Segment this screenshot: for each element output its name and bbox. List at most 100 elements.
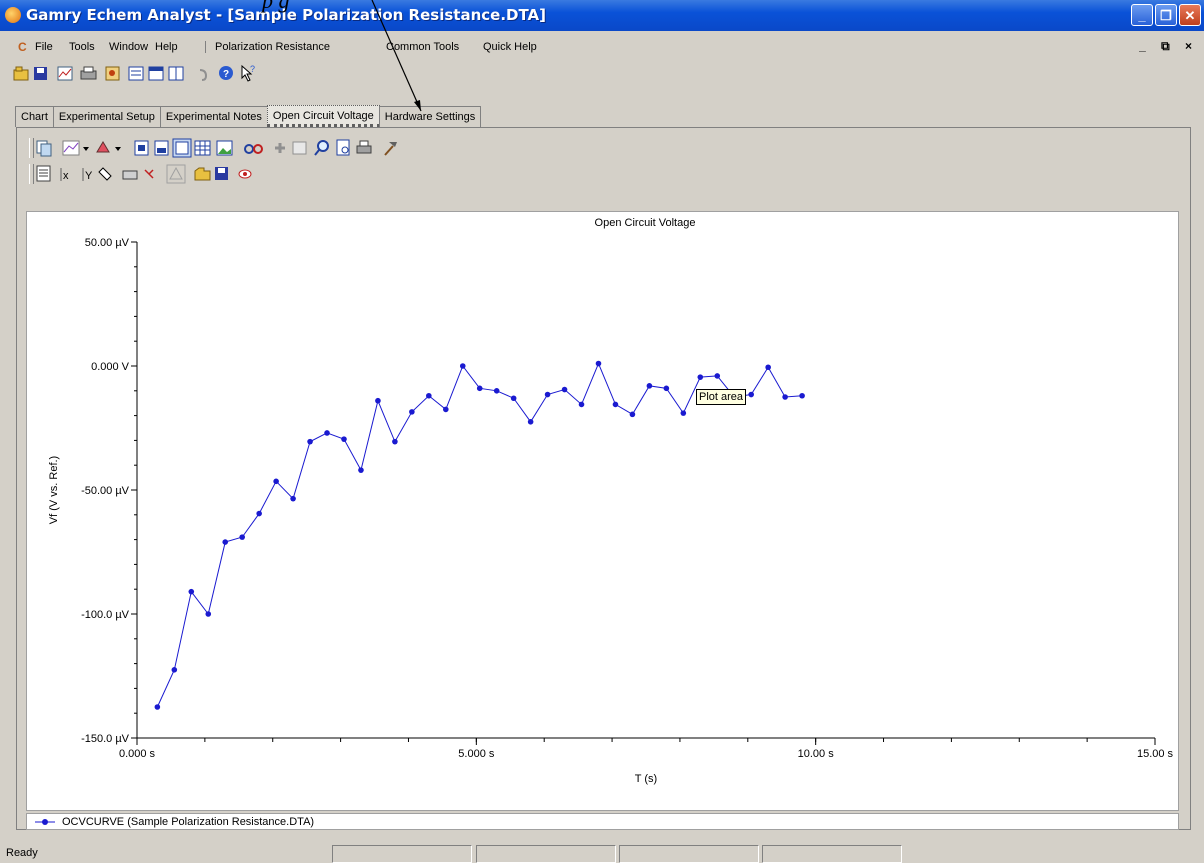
menu-quick-help[interactable]: Quick Help	[483, 41, 537, 53]
data-point	[612, 401, 619, 408]
chart-area[interactable]: Open Circuit Voltage Vf (V vs. Ref.) T (…	[26, 211, 1179, 811]
help-icon[interactable]: ?	[219, 66, 233, 80]
tab-experimental-setup[interactable]: Experimental Setup	[52, 106, 161, 127]
mdi-controls[interactable]: _ ⧉ ×	[1139, 39, 1198, 54]
data-point	[375, 397, 381, 404]
plot-area-tooltip: Plot area	[696, 389, 747, 405]
status-text: Ready	[6, 847, 38, 859]
plot-area[interactable]	[137, 242, 1155, 738]
data-point	[205, 611, 212, 617]
tab-strip: Chart Experimental Setup Experimental No…	[15, 105, 482, 128]
keyboard-icon[interactable]	[122, 170, 138, 180]
data-point	[409, 409, 415, 415]
zoom-glasses-icon[interactable]	[244, 144, 263, 154]
minimize-button[interactable]: _	[1131, 4, 1153, 26]
main-toolbar: ? ?	[8, 62, 368, 86]
chart-type-icon[interactable]	[62, 140, 89, 156]
data-point	[493, 388, 500, 394]
data-point	[256, 510, 262, 517]
chart-toolbar-icons	[36, 138, 397, 158]
pan-icon[interactable]	[275, 143, 285, 153]
color-icon[interactable]	[96, 141, 121, 153]
x-tick-label: 5.000 s	[458, 748, 495, 760]
data-point	[358, 467, 364, 473]
table-icon[interactable]	[172, 138, 192, 158]
data-toolbar-icons: x Y	[36, 164, 252, 184]
grid-icon[interactable]	[194, 140, 211, 156]
data-point	[765, 364, 771, 371]
y-tick-label: 50.00 µV	[85, 237, 130, 249]
toolbar-grip[interactable]	[29, 138, 34, 158]
tab-hardware-settings[interactable]: Hardware Settings	[378, 106, 482, 127]
list-icon[interactable]	[128, 66, 144, 81]
columns-icon[interactable]	[168, 66, 184, 81]
menu-polarization-resistance[interactable]: Polarization Resistance	[205, 41, 330, 53]
whats-this-icon[interactable]: ?	[241, 64, 255, 82]
x-tick-label: 0.000 s	[119, 748, 156, 760]
x-axis-icon[interactable]: x	[60, 168, 69, 182]
tab-experimental-notes[interactable]: Experimental Notes	[159, 106, 268, 127]
data-point	[188, 588, 195, 595]
tab-area: Chart Experimental Setup Experimental No…	[8, 96, 1197, 836]
data-table-icon[interactable]	[36, 165, 51, 182]
open-folder-icon[interactable]	[194, 167, 211, 181]
legend-series-label: OCVCURVE (Sample Polarization Resistance…	[62, 816, 315, 828]
data-point	[595, 360, 602, 367]
copy-icon[interactable]	[36, 140, 52, 157]
print-icon[interactable]	[80, 66, 97, 80]
data-point	[748, 391, 754, 398]
find-icon[interactable]	[314, 140, 329, 156]
data-point	[510, 395, 517, 402]
list2-icon[interactable]	[148, 66, 164, 81]
menu-bar: C File Tools Window Help Polarization Re…	[0, 36, 1204, 58]
menu-window[interactable]: Window	[109, 41, 148, 53]
app-icon[interactable]	[5, 7, 21, 23]
data-point	[324, 430, 330, 436]
x-axis-label: T (s)	[635, 773, 657, 785]
menu-tools[interactable]: Tools	[69, 41, 95, 53]
data-point	[561, 386, 568, 393]
print-preview-icon[interactable]	[356, 140, 372, 154]
open-icon[interactable]	[13, 66, 29, 81]
export-icon[interactable]	[105, 66, 120, 81]
status-bar: Ready	[0, 842, 1204, 863]
page2-icon[interactable]	[154, 140, 169, 156]
eye-icon[interactable]	[238, 169, 252, 179]
save-disk-icon[interactable]	[215, 167, 228, 180]
undo-icon[interactable]	[199, 69, 208, 81]
zoom-box-icon[interactable]	[292, 141, 307, 155]
data-point	[341, 436, 347, 442]
ocv-chart[interactable]: Open Circuit Voltage Vf (V vs. Ref.) T (…	[27, 212, 1178, 810]
tag-icon[interactable]	[98, 167, 112, 181]
y-tick-label: -150.0 µV	[81, 733, 130, 745]
menu-file[interactable]: File	[35, 41, 53, 53]
save-icon[interactable]	[34, 67, 47, 80]
cursor-icon[interactable]	[144, 169, 154, 179]
status-pane-4	[762, 845, 902, 863]
data-point	[629, 411, 636, 418]
data-point	[714, 373, 721, 379]
page-setup-icon[interactable]	[336, 139, 350, 156]
restore-button[interactable]: ❐	[1155, 4, 1177, 26]
document-icon[interactable]: C	[18, 40, 27, 54]
chart-icon[interactable]	[57, 66, 73, 81]
data-point	[697, 374, 704, 380]
tab-chart[interactable]: Chart	[15, 106, 54, 127]
status-pane-1	[332, 845, 472, 863]
data-point	[544, 391, 551, 398]
chart-legend[interactable]: OCVCURVE (Sample Polarization Resistance…	[26, 813, 1179, 830]
tab-open-circuit-voltage[interactable]: Open Circuit Voltage	[266, 105, 380, 127]
data-point	[239, 534, 245, 540]
chart-title: Open Circuit Voltage	[595, 217, 696, 229]
image-icon[interactable]	[216, 140, 233, 156]
menu-help[interactable]: Help	[155, 41, 178, 53]
y-axis-icon[interactable]: Y	[82, 168, 93, 182]
close-button[interactable]: ✕	[1179, 4, 1201, 26]
page-icon[interactable]	[134, 140, 149, 156]
data-point	[392, 438, 398, 445]
menu-common-tools[interactable]: Common Tools	[386, 41, 459, 53]
toolbar-grip[interactable]	[29, 164, 34, 184]
data-point	[426, 392, 432, 399]
hammer-icon[interactable]	[384, 142, 397, 156]
warning-icon[interactable]	[166, 164, 186, 184]
